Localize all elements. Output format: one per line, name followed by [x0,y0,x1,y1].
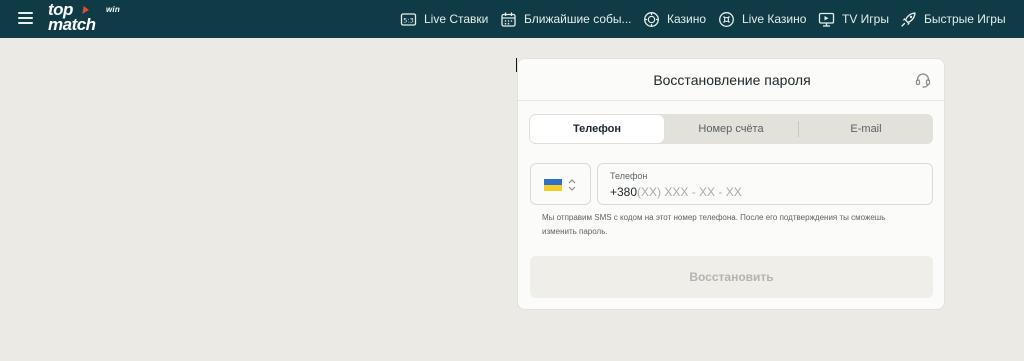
support-headset-icon[interactable] [914,71,932,89]
chevron-updown-icon [567,176,577,194]
casino-chip-icon [643,11,660,28]
phone-input-value: +380(XX) XXX - XX - XX [610,185,742,199]
nav-label: Live Казино [742,12,807,26]
nav-label: Казино [667,12,707,26]
recovery-method-tabs: Телефон Номер счёта E-mail [530,114,933,144]
tab-phone[interactable]: Телефон [530,115,664,143]
nav-fast-games[interactable]: Быстрые Игры [900,9,1006,29]
phone-placeholder: (XX) XXX - XX - XX [637,185,742,199]
tv-icon [818,11,835,28]
logo-text-match: match [48,15,96,34]
card-title: Восстановление пароля [518,59,946,101]
nav-live-casino[interactable]: Live Казино [718,9,806,29]
rocket-icon [900,11,917,28]
nav-label: Быстрые Игры [924,12,1006,26]
logo-flag-icon [82,6,90,14]
svg-text:5:3: 5:3 [403,16,413,24]
tab-email[interactable]: E-mail [799,114,933,144]
logo-text-win: win [106,5,120,14]
top-navigation-bar: top win match 5:3 Live Ставки Ближайшие … [0,0,1024,38]
ua-flag-icon [544,179,562,191]
phone-input[interactable]: Телефон +380(XX) XXX - XX - XX [597,163,933,205]
calendar-icon [500,11,517,28]
nav-label: TV Игры [842,12,889,26]
nav-casino[interactable]: Казино [643,9,706,29]
nav-label: Ближайшие собы... [524,12,632,26]
site-logo[interactable]: top win match [48,1,138,35]
sms-hint-text: Мы отправим SMS с кодом на этот номер те… [542,213,886,236]
live-casino-icon [718,11,735,28]
password-recovery-card: Восстановление пароля Телефон Номер счёт… [517,58,946,310]
tab-account-number[interactable]: Номер счёта [664,114,798,144]
nav-tv-games[interactable]: TV Игры [818,9,889,29]
phone-input-label: Телефон [610,171,648,181]
country-code-select[interactable] [530,163,591,205]
nav-label: Live Ставки [424,12,489,26]
restore-button[interactable]: Восстановить [530,256,933,298]
menu-icon[interactable] [18,12,33,24]
scoreboard-icon: 5:3 [400,11,417,28]
phone-prefix: +380 [610,185,638,199]
nav-live-bets[interactable]: 5:3 Live Ставки [400,9,488,29]
nav-upcoming-events[interactable]: Ближайшие собы... [500,9,632,29]
